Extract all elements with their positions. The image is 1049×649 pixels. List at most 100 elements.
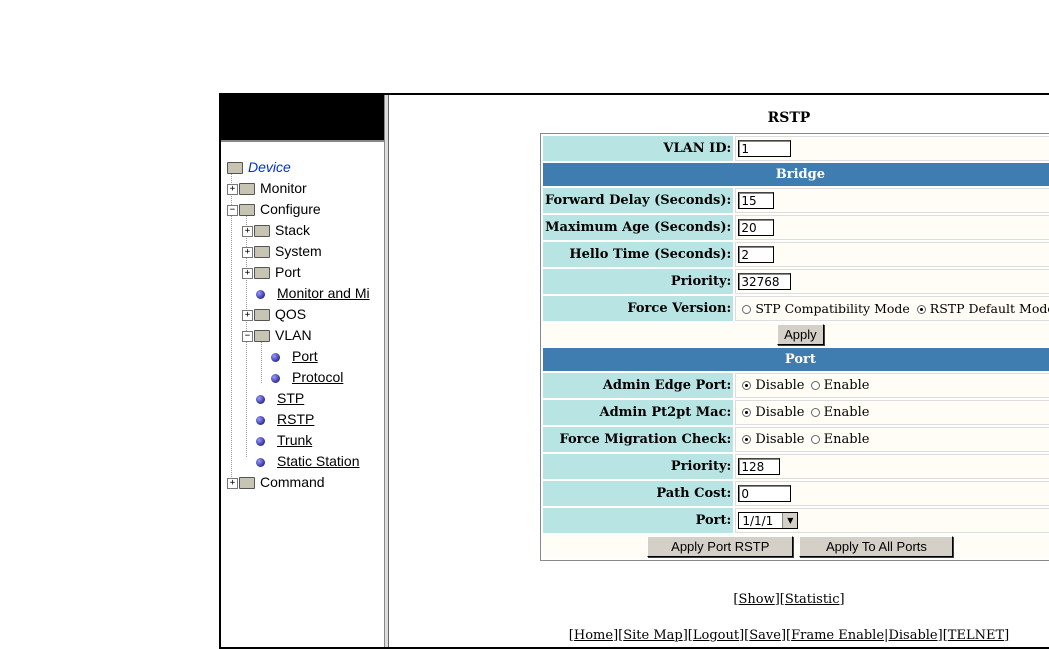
max-age-input[interactable] (738, 219, 775, 236)
tree-item-stp[interactable]: STP (227, 388, 370, 409)
collapse-icon[interactable]: − (227, 204, 238, 216)
browser-frame: Device + Monitor − Configure + Stack + Syste… (219, 93, 1049, 649)
expand-icon[interactable]: + (242, 309, 253, 321)
tree-item-monitor[interactable]: + Monitor (227, 178, 370, 199)
port-priority-input[interactable] (738, 458, 781, 475)
force-migration-disable-radio[interactable] (742, 435, 752, 444)
bullet-icon (271, 373, 280, 383)
footer-links: [Home][Site Map][Logout][Save][Frame Ena… (568, 628, 1010, 643)
rstp-default-radio[interactable] (916, 305, 926, 314)
page-title: RSTP (767, 110, 811, 126)
apply-port-rstp-button[interactable]: Apply Port RSTP (647, 536, 794, 557)
max-age-label: Maximum Age (Seconds): (543, 215, 734, 240)
bullet-icon (256, 436, 265, 446)
tree-item-command[interactable]: + Command (227, 472, 370, 493)
expand-icon[interactable]: + (242, 267, 253, 279)
tree-item-trunk[interactable]: Trunk (227, 430, 370, 451)
folder-open-icon (239, 204, 255, 217)
path-cost-label: Path Cost: (543, 481, 734, 506)
collapse-icon[interactable]: − (242, 330, 253, 342)
tree-item-system[interactable]: + System (227, 241, 370, 262)
frame-disable-link[interactable]: Disable (888, 628, 937, 643)
statistic-link[interactable]: Statistic (785, 592, 840, 607)
port-select[interactable]: 1/1/1 ▼ (738, 512, 799, 529)
admin-p2p-label: Admin Pt2pt Mac: (543, 400, 734, 425)
show-link[interactable]: Show (739, 592, 775, 607)
bullet-icon (256, 394, 265, 404)
expand-icon[interactable]: + (227, 183, 238, 195)
folder-icon (254, 267, 270, 280)
rstp-form: VLAN ID: Bridge Forward Delay (Seconds):… (540, 133, 1049, 561)
folder-open-icon (254, 330, 270, 343)
tree-item-static-station[interactable]: Static Station (227, 451, 370, 472)
folder-icon (239, 477, 255, 490)
port-header: Port (543, 348, 1049, 371)
stp-compat-label: STP Compatibility Mode (755, 301, 910, 316)
folder-icon (254, 246, 270, 259)
admin-edge-enable-label: Enable (823, 378, 870, 393)
save-link[interactable]: Save (749, 628, 781, 643)
force-migration-label: Force Migration Check: (543, 427, 734, 452)
force-migration-disable-label: Disable (755, 432, 805, 447)
tree-item-vlan-protocol[interactable]: Protocol (227, 367, 370, 388)
bullet-icon (271, 352, 280, 362)
expand-icon[interactable]: + (242, 225, 253, 237)
logout-link[interactable]: Logout (693, 628, 739, 643)
bullet-icon (256, 289, 265, 299)
bullet-icon (256, 415, 265, 425)
tree-item-vlan-port[interactable]: Port (227, 346, 370, 367)
tree-item-stack[interactable]: + Stack (227, 220, 370, 241)
dropdown-arrow-icon[interactable]: ▼ (782, 513, 798, 528)
site-map-link[interactable]: Site Map (623, 628, 683, 643)
tree-item-configure[interactable]: − Configure (227, 199, 370, 220)
stp-compat-radio[interactable] (742, 305, 752, 314)
bullet-icon (256, 457, 265, 467)
expand-icon[interactable]: + (242, 246, 253, 258)
tree-item-qos[interactable]: + QOS (227, 304, 370, 325)
tree-item-port[interactable]: + Port (227, 262, 370, 283)
content-frame: RSTP VLAN ID: Bridge Forward Delay (Seco… (389, 95, 1049, 647)
port-select-value: 1/1/1 (742, 514, 774, 528)
hello-time-input[interactable] (738, 246, 775, 263)
bridge-priority-label: Priority: (543, 269, 734, 294)
apply-all-ports-button[interactable]: Apply To All Ports (799, 536, 954, 557)
vlan-id-input[interactable] (738, 140, 792, 157)
folder-icon (254, 225, 270, 238)
bridge-header: Bridge (543, 163, 1049, 186)
admin-edge-label: Admin Edge Port: (543, 373, 734, 398)
vlan-id-label: VLAN ID: (543, 136, 734, 161)
force-migration-enable-radio[interactable] (810, 435, 820, 444)
force-migration-enable-label: Enable (823, 432, 870, 447)
admin-edge-disable-label: Disable (755, 378, 805, 393)
tree-item-vlan[interactable]: − VLAN (227, 325, 370, 346)
port-priority-label: Priority: (543, 454, 734, 479)
expand-icon[interactable]: + (227, 477, 238, 489)
apply-button[interactable]: Apply (777, 324, 824, 345)
tree-item-rstp[interactable]: RSTP (227, 409, 370, 430)
folder-open-icon (227, 162, 243, 175)
rstp-default-label: RSTP Default Mode (929, 301, 1049, 316)
show-statistic-links: [Show][Statistic] (733, 592, 845, 607)
telnet-link[interactable]: TELNET (948, 628, 1004, 643)
admin-p2p-disable-radio[interactable] (742, 408, 752, 417)
admin-edge-enable-radio[interactable] (810, 381, 820, 390)
home-link[interactable]: Home (574, 628, 613, 643)
banner (221, 95, 384, 142)
folder-icon (239, 183, 255, 196)
nav-frame: Device + Monitor − Configure + Stack + Syste… (221, 95, 384, 647)
port-select-label: Port: (543, 508, 734, 533)
admin-p2p-enable-radio[interactable] (810, 408, 820, 417)
admin-p2p-disable-label: Disable (755, 405, 805, 420)
admin-edge-disable-radio[interactable] (742, 381, 752, 390)
bridge-priority-input[interactable] (738, 273, 792, 290)
hello-time-label: Hello Time (Seconds): (543, 242, 734, 267)
tree-item-device[interactable]: Device (227, 157, 370, 178)
force-version-label: Force Version: (543, 296, 734, 321)
forward-delay-label: Forward Delay (Seconds): (543, 188, 734, 213)
nav-tree: Device + Monitor − Configure + Stack + Syste… (227, 157, 370, 493)
folder-icon (254, 309, 270, 322)
tree-item-monitor-mirror[interactable]: Monitor and Mi (227, 283, 370, 304)
path-cost-input[interactable] (738, 485, 792, 502)
forward-delay-input[interactable] (738, 192, 775, 209)
frame-enable-link[interactable]: Frame Enable (791, 628, 884, 643)
